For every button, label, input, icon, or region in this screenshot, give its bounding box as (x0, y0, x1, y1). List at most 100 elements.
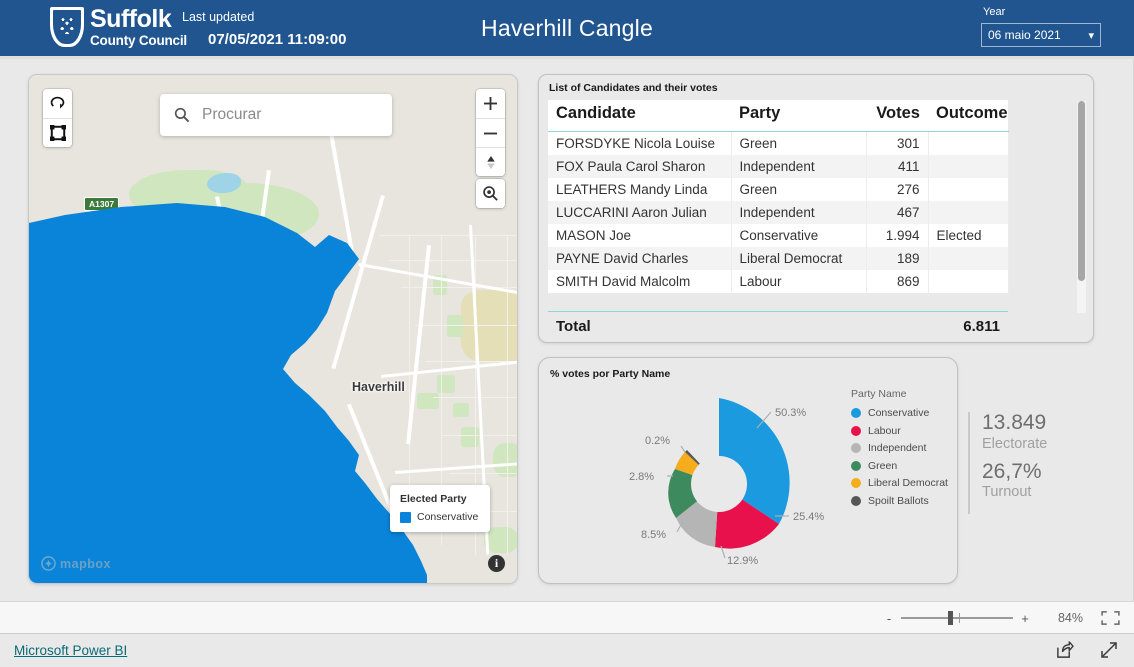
cell-votes: 467 (866, 201, 929, 224)
candidates-table-visual[interactable]: List of Candidates and their votes Candi… (538, 74, 1094, 343)
table-row[interactable]: LUCCARINI Aaron Julian Independent 467 (548, 201, 1009, 224)
map-canvas[interactable]: A1307 Haverhill Procurar Elected Party C… (29, 75, 517, 583)
table-scrollbar[interactable] (1077, 101, 1086, 313)
year-dropdown[interactable]: 06 maio 2021 ▾ (981, 23, 1101, 47)
pie-legend-label: Conservative (868, 407, 930, 419)
pie-legend-label: Green (868, 459, 898, 472)
candidates-table: Candidate Party Votes Outcome FORSDYKE N… (548, 100, 1009, 293)
pie-label-spoilt-ballots: 0.2% (645, 435, 670, 447)
column-header-party[interactable]: Party (731, 100, 866, 132)
map-legend-swatch (400, 511, 411, 523)
cell-votes: 411 (866, 155, 929, 178)
lasso-select-icon[interactable] (43, 89, 72, 118)
pie-donut-hole (691, 456, 747, 512)
pie-legend-item-green[interactable]: Green (851, 460, 948, 472)
year-selected-value: 06 maio 2021 (988, 28, 1061, 42)
zoom-slider-tick (959, 613, 960, 623)
last-updated-label: Last updated (182, 10, 255, 24)
pie-legend-item-spoilt-ballots[interactable]: Spoilt Ballots (851, 495, 948, 507)
header-divider (0, 56, 1134, 59)
suffolk-county-council-logo: Suffolk County Council (50, 7, 187, 48)
pie-legend-label: Independent (868, 442, 927, 454)
zoom-in-button[interactable]: + (1017, 611, 1033, 626)
compass-icon[interactable] (476, 147, 505, 176)
map-visual[interactable]: A1307 Haverhill Procurar Elected Party C… (28, 74, 518, 584)
pie-legend-item-labour[interactable]: Labour (851, 425, 948, 437)
share-icon[interactable] (1055, 641, 1074, 664)
kpi-turnout-label: Turnout (982, 484, 1032, 501)
map-find-control[interactable] (476, 179, 505, 208)
pie-legend-item-conservative[interactable]: Conservative (851, 407, 948, 419)
cell-outcome (928, 270, 1009, 293)
candidates-table-scroll-area[interactable]: Candidate Party Votes Outcome FORSDYKE N… (548, 100, 1076, 316)
zoom-slider[interactable] (901, 611, 1013, 625)
cell-outcome: Elected (928, 224, 1009, 247)
plus-icon[interactable] (476, 89, 505, 118)
cell-votes: 301 (866, 131, 929, 155)
party-votes-pie-visual[interactable]: % votes por Party Name 50.3% 25.4% 12.9%… (538, 357, 958, 584)
table-row[interactable]: FOX Paula Carol Sharon Independent 411 (548, 155, 1009, 178)
kpi-turnout-value: 26,7% (982, 459, 1042, 483)
mapbox-logo-icon (41, 556, 56, 571)
rectangle-select-icon[interactable] (43, 118, 72, 147)
table-total-label: Total (556, 318, 591, 335)
pie-legend-label: Labour (868, 424, 901, 437)
report-header: Suffolk County Council Last updated 07/0… (0, 0, 1134, 56)
pie-legend-swatch (851, 425, 861, 436)
map-search-box[interactable]: Procurar (160, 94, 392, 136)
pie-legend-item-independent[interactable]: Independent (851, 442, 948, 454)
pie-legend: Party Name Conservative Labour Independe… (851, 388, 948, 512)
cell-outcome (928, 247, 1009, 270)
logo-sub-text: County Council (90, 33, 187, 48)
status-bar: - + 84% (0, 601, 1134, 633)
cell-candidate: FOX Paula Carol Sharon (548, 155, 732, 178)
pie-label-green: 8.5% (641, 529, 666, 541)
pie-legend-swatch (851, 478, 861, 488)
info-icon[interactable]: i (488, 555, 505, 572)
table-row[interactable]: FORSDYKE Nicola Louise Green 301 (548, 131, 1009, 155)
pie-label-independent: 12.9% (727, 555, 758, 567)
column-header-candidate[interactable]: Candidate (548, 100, 731, 132)
cell-candidate: MASON Joe (548, 224, 732, 247)
logo-text: Suffolk County Council (90, 7, 187, 48)
pie-chart[interactable]: 50.3% 25.4% 12.9% 8.5% 2.8% 0.2% (589, 376, 849, 576)
zoom-out-button[interactable]: - (881, 611, 897, 626)
table-scrollbar-thumb[interactable] (1078, 101, 1085, 281)
magnifier-icon[interactable] (476, 179, 505, 208)
cell-outcome (928, 178, 1009, 201)
pie-legend-swatch (851, 495, 861, 506)
pie-legend-label: Liberal Democrat (868, 477, 948, 489)
power-bi-link[interactable]: Microsoft Power BI (14, 643, 127, 658)
table-row[interactable]: PAYNE David Charles Liberal Democrat 189 (548, 247, 1009, 270)
fit-to-page-icon[interactable] (1101, 611, 1120, 625)
cell-outcome (928, 155, 1009, 178)
kpi-electorate-label: Electorate (982, 435, 1048, 452)
mapbox-attribution[interactable]: mapbox (41, 556, 111, 571)
cell-party: Liberal Democrat (731, 247, 867, 270)
cell-party: Green (731, 178, 867, 201)
zoom-slider-thumb[interactable] (948, 611, 953, 625)
pie-legend-title: Party Name (851, 388, 907, 400)
zoom-controls[interactable]: - + 84% (881, 602, 1120, 634)
minus-icon[interactable] (476, 118, 505, 147)
cell-candidate: LUCCARINI Aaron Julian (548, 201, 732, 224)
pie-label-liberal-democrat: 2.8% (629, 471, 654, 483)
pie-legend-swatch (851, 443, 861, 453)
table-row[interactable]: LEATHERS Mandy Linda Green 276 (548, 178, 1009, 201)
fullscreen-icon[interactable] (1100, 641, 1118, 664)
table-header-row: Candidate Party Votes Outcome (548, 100, 1008, 132)
pie-legend-item-liberal-democrat[interactable]: Liberal Democrat (851, 477, 948, 489)
table-row[interactable]: MASON Joe Conservative 1.994 Elected (548, 224, 1009, 247)
cell-candidate: PAYNE David Charles (548, 247, 732, 270)
map-legend-label: Conservative (417, 511, 479, 523)
map-select-tools[interactable] (43, 89, 72, 147)
cell-candidate: FORSDYKE Nicola Louise (548, 131, 732, 155)
year-slicer-label: Year (983, 6, 1006, 18)
map-zoom-controls[interactable] (476, 89, 505, 176)
cell-votes: 869 (866, 270, 929, 293)
column-header-outcome[interactable]: Outcome (928, 100, 1008, 132)
cell-votes: 189 (866, 247, 929, 270)
footer-bar: Microsoft Power BI (0, 633, 1134, 667)
column-header-votes[interactable]: Votes (866, 100, 928, 132)
table-row[interactable]: SMITH David Malcolm Labour 869 (548, 270, 1009, 293)
